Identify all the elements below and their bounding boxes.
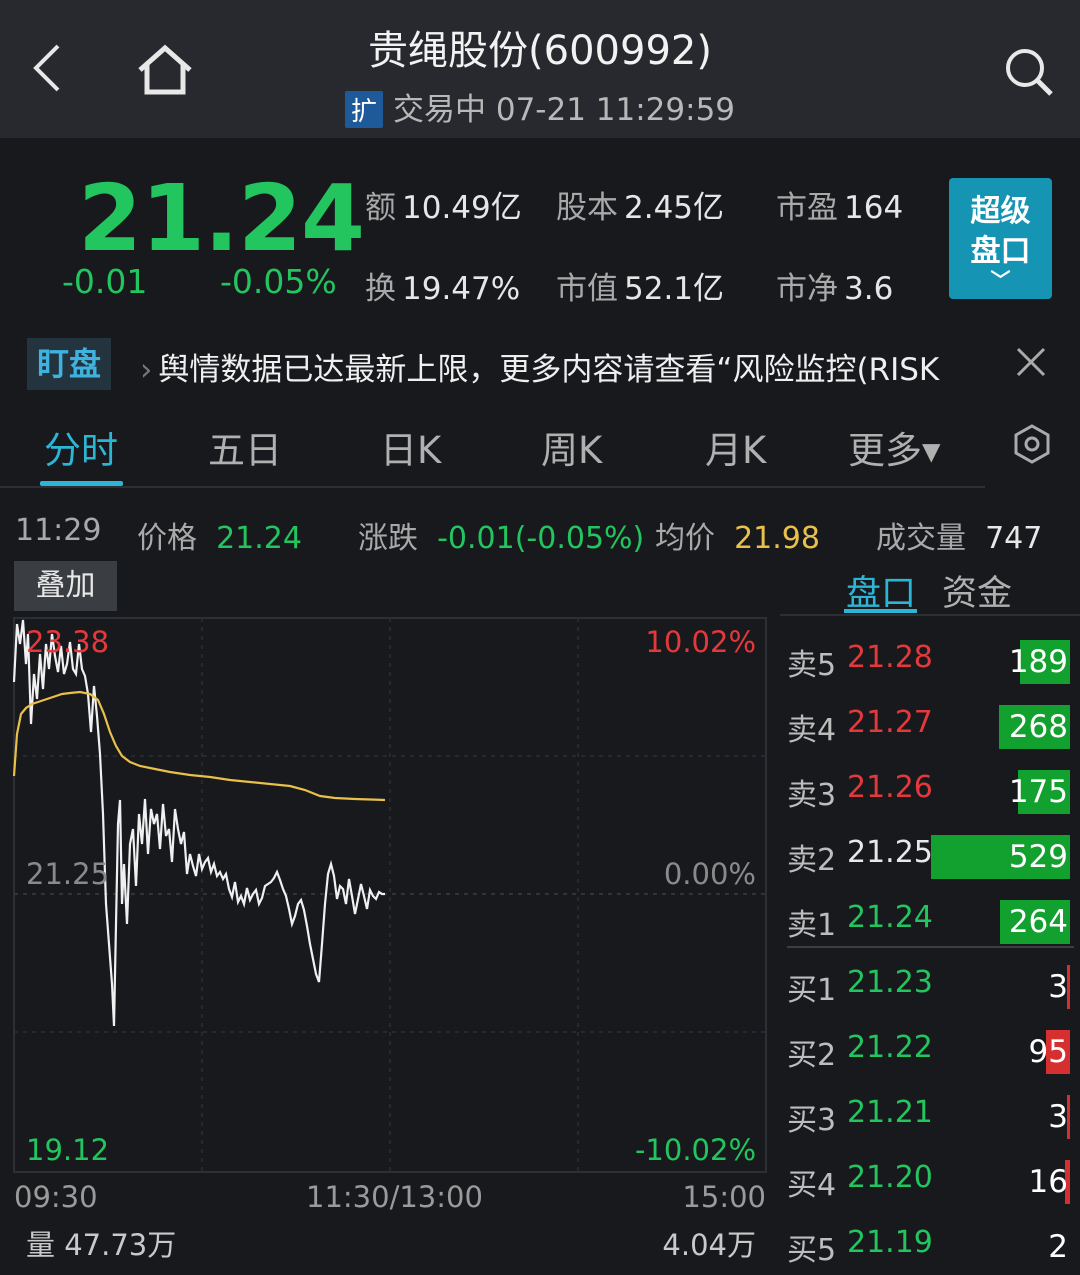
stat-amount: 额 10.49亿	[365, 190, 522, 226]
orderbook-top-line	[780, 614, 1080, 616]
axis-bottom-pct: -10.02%	[634, 1133, 756, 1167]
stat-pe: 市盈 164	[776, 190, 904, 226]
price-change-pct: -0.05%	[220, 262, 337, 301]
axis-time-end: 15:00	[682, 1180, 766, 1214]
tab-capital[interactable]: 资金	[942, 565, 1012, 616]
axis-top-pct: 10.02%	[645, 625, 756, 659]
tab-five-day[interactable]: 五日	[208, 420, 282, 474]
axis-time-start: 09:30	[14, 1180, 98, 1214]
tab-intraday[interactable]: 分时	[44, 420, 118, 474]
volume-left-label: 量 47.73万	[26, 1228, 177, 1262]
average-price-line	[12, 690, 386, 802]
overlay-button[interactable]: 叠加	[14, 561, 117, 611]
info-avg: 均价 21.98	[655, 521, 820, 556]
settings-icon[interactable]	[1012, 424, 1052, 464]
bid-row-2[interactable]: 买2 21.22 95	[787, 1020, 1070, 1080]
tab-daily-k[interactable]: 日K	[380, 420, 441, 474]
ask-row-2[interactable]: 卖2 21.25 529	[787, 825, 1070, 885]
extend-badge[interactable]: 扩	[344, 91, 383, 128]
info-time: 11:29	[15, 513, 102, 548]
info-volume: 成交量 747	[876, 521, 1043, 556]
watch-tag[interactable]: 盯盘	[27, 338, 111, 390]
ask-row-5[interactable]: 卖5 21.28 189	[787, 630, 1070, 690]
ask-row-3[interactable]: 卖3 21.26 175	[787, 760, 1070, 820]
tab-weekly-k[interactable]: 周K	[541, 420, 602, 474]
bid-row-3[interactable]: 买3 21.21 3	[787, 1085, 1070, 1145]
stock-title: 贵绳股份(600992)	[368, 28, 712, 74]
stat-pb: 市净 3.6	[776, 271, 894, 307]
price-change: -0.01	[62, 262, 148, 301]
ask-row-4[interactable]: 卖4 21.27 268	[787, 695, 1070, 755]
search-icon[interactable]	[1003, 46, 1055, 98]
volume-right-label: 4.04万	[662, 1228, 756, 1262]
stat-turnover: 换 19.47%	[365, 271, 521, 307]
axis-bottom-price: 19.12	[26, 1133, 110, 1167]
news-ticker[interactable]: › 舆情数据已达最新上限，更多内容请查看“风险监控(RISK	[140, 344, 975, 389]
axis-mid-pct: 0.00%	[663, 857, 756, 891]
close-icon[interactable]	[1015, 346, 1047, 378]
tab-more[interactable]: 更多▾	[848, 420, 941, 474]
orderbook-divider	[787, 946, 1074, 948]
axis-top-price: 23.38	[26, 625, 110, 659]
super-orderbook-button[interactable]: 超级 盘口 ﹀	[949, 178, 1052, 299]
bid-row-5[interactable]: 买5 21.19 2	[787, 1215, 1070, 1275]
ask-row-1[interactable]: 卖1 21.24 264	[787, 890, 1070, 950]
tab-divider	[0, 486, 985, 488]
axis-time-mid: 11:30/13:00	[306, 1180, 483, 1214]
info-change: 涨跌 -0.01(-0.05%)	[358, 521, 645, 556]
tab-monthly-k[interactable]: 月K	[705, 420, 766, 474]
chevron-down-icon: ﹀	[990, 268, 1011, 292]
axis-mid-price: 21.25	[26, 857, 110, 891]
trade-status: 扩交易中 07-21 11:29:59	[0, 84, 1080, 129]
current-price: 21.24	[78, 165, 365, 272]
bid-row-1[interactable]: 买1 21.23 3	[787, 955, 1070, 1015]
info-price: 价格 21.24	[137, 521, 302, 556]
stat-share-capital: 股本 2.45亿	[556, 190, 725, 226]
orderbook-tab-indicator	[844, 609, 917, 613]
stat-market-cap: 市值 52.1亿	[556, 271, 725, 307]
price-line	[12, 619, 385, 1027]
bid-row-4[interactable]: 买4 21.20 16	[787, 1150, 1070, 1210]
